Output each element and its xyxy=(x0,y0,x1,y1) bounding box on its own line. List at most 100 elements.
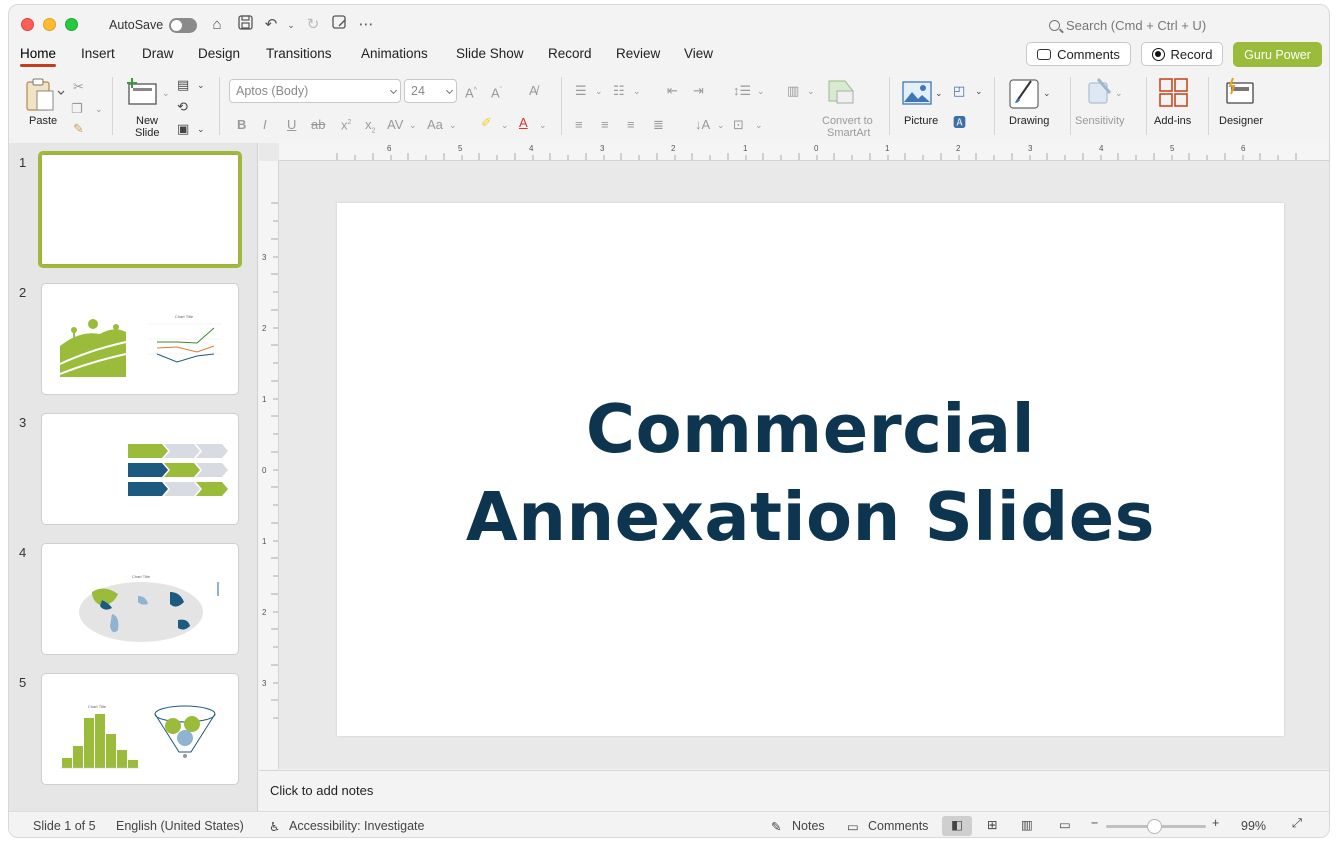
decrease-font-size-icon[interactable]: Aˇ xyxy=(491,83,502,101)
comments-status-icon[interactable]: ▭ xyxy=(847,819,859,834)
save-icon[interactable] xyxy=(235,15,255,35)
language-status[interactable]: English (United States) xyxy=(116,819,244,833)
align-right-icon[interactable]: ≡ xyxy=(627,117,635,133)
sensitivity-icon[interactable] xyxy=(1086,77,1116,112)
section-icon[interactable]: ▣ xyxy=(177,121,189,137)
highlight-icon[interactable]: ✐ xyxy=(481,115,492,131)
copy-dropdown-icon[interactable]: ⌄ xyxy=(95,101,103,117)
slide-thumbnail-5[interactable]: Chart Title xyxy=(41,673,239,785)
undo-icon[interactable]: ↶ xyxy=(261,15,281,35)
change-case-dropdown-icon[interactable]: ⌄ xyxy=(449,117,457,133)
layout-icon[interactable]: ▤ xyxy=(177,77,189,93)
autosave-toggle[interactable] xyxy=(169,18,197,33)
columns-dropdown-icon[interactable]: ⌄ xyxy=(807,83,815,99)
more-options-icon[interactable]: ⋯ xyxy=(356,15,376,35)
search-field[interactable]: Search (Cmd + Ctrl + U) xyxy=(1049,18,1206,33)
character-spacing-dropdown-icon[interactable]: ⌄ xyxy=(409,117,417,133)
line-spacing-icon[interactable]: ↕☰ xyxy=(733,83,751,99)
redo-icon[interactable]: ↻ xyxy=(303,15,323,35)
reading-view-icon[interactable]: ▥ xyxy=(1021,817,1033,832)
justify-icon[interactable]: ≣ xyxy=(653,117,664,133)
undo-dropdown-icon[interactable]: ⌄ xyxy=(281,15,301,35)
fit-to-window-icon[interactable]: ⤢ xyxy=(1292,816,1302,831)
slide-sorter-icon[interactable]: ⊞ xyxy=(987,817,997,832)
minimize-window-button[interactable] xyxy=(43,18,56,31)
drawing-dropdown-icon[interactable]: ⌄ xyxy=(1043,85,1051,101)
maximize-window-button[interactable] xyxy=(65,18,78,31)
numbering-dropdown-icon[interactable]: ⌄ xyxy=(633,83,641,99)
new-slide-icon[interactable] xyxy=(126,78,162,109)
home-icon[interactable]: ⌂ xyxy=(207,15,227,35)
sensitivity-dropdown-icon[interactable]: ⌄ xyxy=(1115,85,1123,101)
designer-icon[interactable] xyxy=(1225,77,1257,110)
text-direction-dropdown-icon[interactable]: ⌄ xyxy=(717,117,725,133)
clear-formatting-icon[interactable]: A̸ xyxy=(529,83,538,99)
columns-icon[interactable]: ▥ xyxy=(787,83,799,99)
slide-show-icon[interactable]: ▭ xyxy=(1059,817,1071,832)
numbering-icon[interactable]: ☷ xyxy=(613,83,625,99)
highlight-dropdown-icon[interactable]: ⌄ xyxy=(501,117,509,133)
vertical-ruler[interactable]: 3 2 1 0 1 2 3 xyxy=(259,161,279,769)
notes-toggle[interactable]: Notes xyxy=(792,819,825,833)
horizontal-ruler[interactable]: 6 5 4 3 2 1 0 1 2 3 4 5 6 xyxy=(279,143,1329,161)
convert-to-smartart-icon[interactable] xyxy=(827,79,857,108)
slide-thumbnails-panel[interactable]: 1 2 Chart Title 3 4 Chart Title 5 Chart … xyxy=(9,143,258,811)
bold-icon[interactable]: B xyxy=(237,117,246,133)
slide-editor[interactable]: 6 5 4 3 2 1 0 1 2 3 4 5 6 3 2 1 0 1 2 3 … xyxy=(259,143,1329,769)
tab-review[interactable]: Review xyxy=(616,45,660,62)
align-center-icon[interactable]: ≡ xyxy=(601,117,609,133)
tab-insert[interactable]: Insert xyxy=(81,45,115,62)
change-case-icon[interactable]: Aa xyxy=(427,117,443,133)
tab-slide-show[interactable]: Slide Show xyxy=(456,45,524,62)
tab-design[interactable]: Design xyxy=(198,45,240,62)
bullets-icon[interactable]: ☰ xyxy=(575,83,587,99)
shapes-dropdown-icon[interactable]: ⌄ xyxy=(975,83,983,99)
accessibility-icon[interactable]: ♿︎ xyxy=(269,819,280,834)
notes-icon[interactable]: ✎ xyxy=(771,819,781,834)
slide-thumbnail-2[interactable]: Chart Title xyxy=(41,283,239,395)
text-direction-icon[interactable]: ↓A xyxy=(695,117,710,133)
tab-record[interactable]: Record xyxy=(548,45,592,62)
font-size-select[interactable]: 24 xyxy=(404,79,457,103)
new-slide-dropdown-icon[interactable]: ⌄ xyxy=(162,85,170,101)
zoom-slider-handle[interactable] xyxy=(1147,819,1162,834)
shapes-icon[interactable]: ◰ xyxy=(953,83,965,99)
tab-home[interactable]: Home xyxy=(20,45,57,67)
subscript-icon[interactable]: x2 xyxy=(365,117,375,140)
reset-icon[interactable]: ⟲ xyxy=(177,99,188,115)
slide-thumbnail-4[interactable]: Chart Title xyxy=(41,543,239,655)
slide-thumbnail-1[interactable] xyxy=(38,151,242,268)
paste-icon[interactable] xyxy=(25,77,65,114)
format-painter-icon[interactable]: ✎ xyxy=(73,121,84,137)
tab-view[interactable]: View xyxy=(684,45,713,62)
slide-title[interactable]: Commercial Annexation Slides xyxy=(337,385,1284,561)
align-text-icon[interactable]: ⊡ xyxy=(733,117,744,133)
text-box-icon[interactable]: 🅰 xyxy=(953,115,966,131)
line-spacing-dropdown-icon[interactable]: ⌄ xyxy=(757,83,765,99)
slide-canvas[interactable]: Commercial Annexation Slides xyxy=(337,203,1284,736)
copy-icon[interactable]: ❐ xyxy=(71,101,83,117)
accessibility-status[interactable]: Accessibility: Investigate xyxy=(289,819,424,833)
underline-icon[interactable]: U xyxy=(287,117,296,133)
font-name-select[interactable]: Aptos (Body) xyxy=(229,79,401,103)
save-as-icon[interactable] xyxy=(329,15,349,35)
bullets-dropdown-icon[interactable]: ⌄ xyxy=(595,83,603,99)
tab-animations[interactable]: Animations xyxy=(361,45,428,62)
italic-icon[interactable]: I xyxy=(263,117,267,133)
notes-pane[interactable]: Click to add notes xyxy=(259,770,1329,810)
align-left-icon[interactable]: ≡ xyxy=(575,117,583,133)
picture-dropdown-icon[interactable]: ⌄ xyxy=(935,85,943,101)
cut-icon[interactable]: ✂ xyxy=(73,79,84,95)
character-spacing-icon[interactable]: AV xyxy=(387,117,403,133)
zoom-level[interactable]: 99% xyxy=(1241,819,1266,833)
add-ins-icon[interactable] xyxy=(1159,78,1189,111)
align-text-dropdown-icon[interactable]: ⌄ xyxy=(755,117,763,133)
zoom-out-icon[interactable]: − xyxy=(1091,816,1098,830)
superscript-icon[interactable]: x2 xyxy=(341,115,351,133)
slide-thumbnail-3[interactable] xyxy=(41,413,239,525)
increase-font-size-icon[interactable]: A^ xyxy=(465,83,477,101)
picture-icon[interactable] xyxy=(902,81,932,108)
close-window-button[interactable] xyxy=(21,18,34,31)
font-color-dropdown-icon[interactable]: ⌄ xyxy=(539,117,547,133)
guru-power-button[interactable]: Guru Power xyxy=(1233,42,1322,67)
